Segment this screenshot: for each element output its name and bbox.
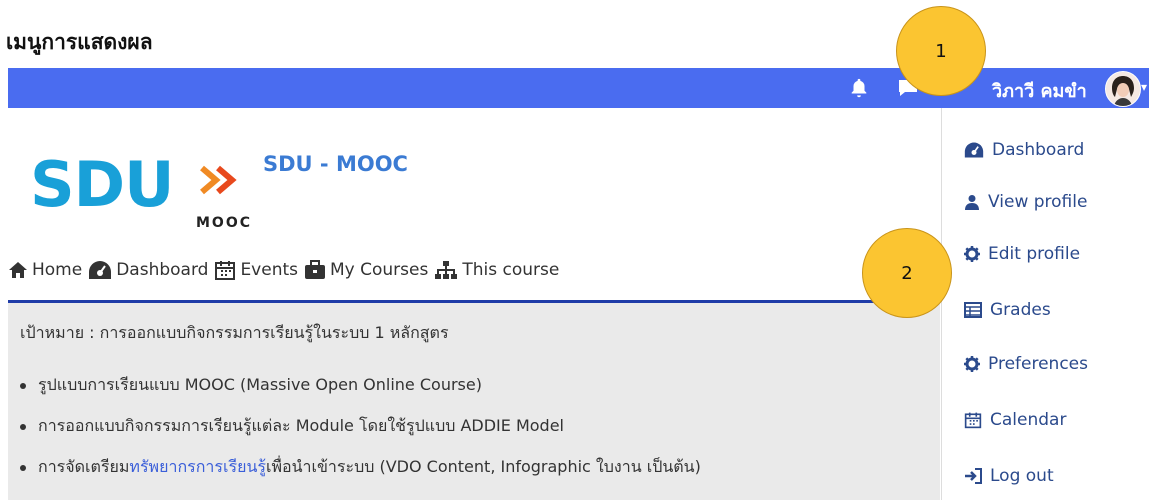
list-item: รูปแบบการเรียนแบบ MOOC (Massive Open Onl… <box>20 373 701 398</box>
site-logo[interactable]: SDU MOOC <box>30 140 250 231</box>
menu-item-dashboard[interactable]: Dashboard <box>964 138 1084 162</box>
cog-icon <box>964 246 980 262</box>
nav-dashboard[interactable]: Dashboard <box>88 260 208 280</box>
logout-icon <box>965 468 982 484</box>
bullet-icon <box>20 464 26 471</box>
menu-item-edit-profile[interactable]: Edit profile <box>964 242 1080 266</box>
bullet-icon <box>20 423 26 430</box>
lms-screenshot: วิภาวี คมขำ ▾ SDU MOOC SDU - MOOC Home D… <box>8 68 1149 500</box>
menu-item-preferences[interactable]: Preferences <box>964 352 1088 376</box>
menu-item-grades[interactable]: Grades <box>964 298 1051 322</box>
calendar-icon <box>964 412 982 429</box>
user-menu-caret-icon[interactable]: ▾ <box>1141 80 1149 94</box>
nav-my-courses[interactable]: My Courses <box>304 260 428 280</box>
nav-this-course[interactable]: This course <box>434 260 559 280</box>
course-objective: เป้าหมาย : การออกแบบกิจกรรมการเรียนรู้ใน… <box>20 323 449 342</box>
notification-bell-icon[interactable] <box>848 77 870 99</box>
logo-arrows-icon <box>200 165 237 195</box>
table-icon <box>964 302 982 318</box>
user-icon <box>965 195 979 210</box>
list-item: การจัดเตรียมทรัพยากรการเรียนรู้เพื่อนำเข… <box>20 455 701 480</box>
course-summary: เป้าหมาย : การออกแบบกิจกรรมการเรียนรู้ใน… <box>8 303 940 500</box>
callout-marker-1: 1 <box>896 6 986 96</box>
home-icon <box>9 262 27 278</box>
user-dropdown-menu: Dashboard View profile Edit profile Grad… <box>941 108 1149 500</box>
dashboard-icon <box>964 142 984 158</box>
course-page: SDU MOOC SDU - MOOC Home Dashboard Event… <box>8 108 940 500</box>
list-item: การออกแบบกิจกรรมการเรียนรู้แต่ละ Module … <box>20 414 701 439</box>
user-avatar[interactable] <box>1105 71 1141 107</box>
calendar-icon <box>215 261 236 280</box>
menu-item-view-profile[interactable]: View profile <box>964 190 1087 214</box>
learning-resources-link[interactable]: ทรัพยากรการเรียนรู้ <box>129 457 266 476</box>
briefcase-icon <box>305 260 325 279</box>
dashboard-icon <box>89 261 112 279</box>
course-navbar: Home Dashboard Events My Courses This co… <box>8 248 940 292</box>
nav-home[interactable]: Home <box>8 260 82 280</box>
site-name[interactable]: SDU - MOOC <box>263 152 408 176</box>
user-name[interactable]: วิภาวี คมขำ <box>992 76 1087 105</box>
menu-item-log-out[interactable]: Log out <box>964 464 1054 488</box>
document-heading: เมนูการแสดงผล <box>6 30 153 54</box>
bullet-icon <box>20 382 26 389</box>
objective-list: รูปแบบการเรียนแบบ MOOC (Massive Open Onl… <box>20 373 701 496</box>
cog-icon <box>964 356 980 372</box>
callout-marker-2: 2 <box>862 228 952 318</box>
nav-events[interactable]: Events <box>214 259 298 281</box>
sitemap-icon <box>435 261 458 279</box>
menu-item-calendar[interactable]: Calendar <box>964 408 1066 432</box>
